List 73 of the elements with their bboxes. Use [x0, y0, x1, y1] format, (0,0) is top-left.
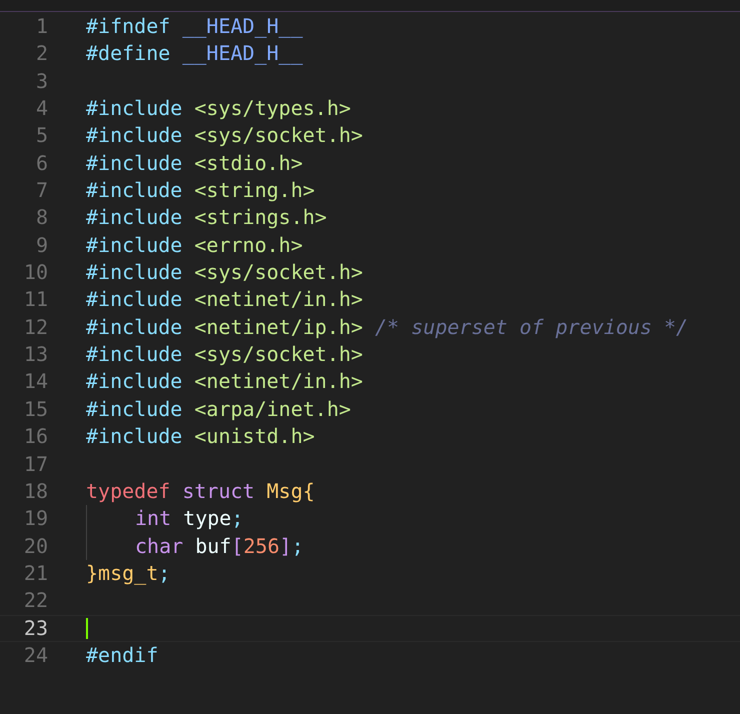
line-number: 6: [34, 150, 48, 177]
line-number: 8: [34, 204, 48, 232]
line-number: 9: [34, 232, 48, 259]
preprocessor-directive: #include: [86, 396, 184, 423]
brace: {: [302, 478, 315, 505]
keyword: typedef: [86, 478, 172, 505]
keyword: char: [135, 532, 184, 560]
line-number: 1: [34, 13, 48, 40]
line-number: 17: [22, 450, 48, 478]
line-number: 4: [34, 95, 48, 122]
identifier: buf: [195, 532, 232, 560]
semicolon: ;: [292, 532, 304, 560]
line-number: 13: [22, 341, 48, 368]
preprocessor-directive: #include: [86, 122, 184, 150]
preprocessor-directive: #include: [86, 259, 184, 286]
preprocessor-directive: #include: [86, 204, 184, 232]
header-name: <sys/socket.h>: [194, 341, 363, 368]
line-number: 10: [22, 259, 48, 286]
type-name: Msg: [266, 478, 303, 505]
header-name: <strings.h>: [194, 204, 327, 232]
macro-name: __HEAD_H__: [182, 40, 303, 68]
line-number: 14: [22, 368, 48, 396]
header-name: <arpa/inet.h>: [194, 396, 351, 423]
macro-name: __HEAD_H__: [182, 13, 303, 40]
keyword: struct: [182, 478, 256, 505]
preprocessor-directive: #ifndef: [86, 13, 172, 40]
keyword: int: [135, 505, 172, 532]
header-name: <sys/socket.h>: [194, 259, 363, 286]
header-name: <sys/socket.h>: [194, 122, 363, 150]
line-number: 22: [22, 587, 48, 614]
header-name: <netinet/in.h>: [194, 368, 363, 396]
line-number: 23: [22, 616, 48, 641]
line-number: 20: [22, 532, 48, 560]
preprocessor-directive: #include: [86, 232, 184, 259]
line-number: 16: [22, 423, 48, 450]
brace: }: [86, 560, 98, 587]
preprocessor-directive: #include: [86, 341, 184, 368]
line-number: 12: [22, 314, 48, 341]
line-number: 24: [22, 642, 48, 669]
type-name: msg_t: [98, 560, 158, 587]
line-number: 21: [22, 560, 48, 587]
identifier: type: [183, 505, 232, 532]
number-literal: 256: [243, 532, 280, 560]
preprocessor-directive: #include: [86, 368, 184, 396]
semicolon: ;: [231, 505, 244, 532]
header-name: <netinet/ip.h>: [194, 314, 364, 341]
line-number: 2: [34, 40, 48, 68]
preprocessor-directive: #include: [86, 423, 184, 450]
text-cursor: [86, 618, 88, 639]
header-name: <errno.h>: [194, 232, 303, 259]
header-name: <stdio.h>: [194, 150, 303, 177]
header-name: <sys/types.h>: [194, 95, 351, 122]
line-number: 7: [34, 177, 48, 204]
header-name: <netinet/in.h>: [194, 286, 363, 314]
bracket: [: [231, 532, 244, 560]
line-number: 15: [22, 396, 48, 423]
code-comment: /* superset of previous */: [375, 314, 688, 341]
preprocessor-directive: #include: [86, 95, 184, 122]
line-number: 11: [22, 286, 48, 314]
line-number: 19: [22, 505, 48, 532]
line-number: 3: [34, 68, 48, 95]
preprocessor-directive: #include: [86, 314, 184, 341]
preprocessor-directive: #include: [86, 286, 184, 314]
semicolon: ;: [158, 560, 170, 587]
line-number: 5: [34, 122, 48, 150]
header-name: <string.h>: [194, 177, 315, 204]
header-name: <unistd.h>: [194, 423, 315, 450]
preprocessor-directive: #define: [86, 40, 172, 68]
bracket: ]: [280, 532, 292, 560]
preprocessor-directive: #endif: [86, 642, 158, 669]
preprocessor-directive: #include: [86, 177, 184, 204]
preprocessor-directive: #include: [86, 150, 184, 177]
line-number: 18: [22, 478, 48, 505]
